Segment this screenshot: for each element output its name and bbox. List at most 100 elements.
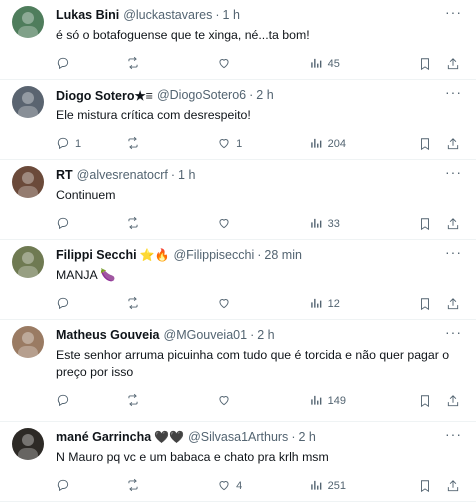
separator-dot: · [257,248,262,262]
retweet-button[interactable] [126,296,218,313]
tweet-text: N Mauro pq vc e um babaca e chato pra kr… [56,450,329,464]
reply-button[interactable] [56,393,126,410]
like-count: 4 [236,480,243,492]
views-button[interactable]: 251 [309,478,418,495]
separator-dot: · [249,88,254,102]
retweet-button[interactable] [126,478,218,495]
share-icon[interactable] [446,297,460,311]
share-icon[interactable] [446,137,460,151]
views-count: 251 [327,480,346,492]
timestamp[interactable]: 2 h [256,88,273,102]
retweet-button[interactable] [126,136,218,153]
views-button[interactable]: 45 [309,56,418,73]
tweet-5[interactable]: ··· Matheus Gouveia @MGouveia01 · 2 h Es… [0,320,476,422]
display-name[interactable]: RT [56,168,73,182]
more-icon[interactable]: ··· [445,245,462,259]
more-icon[interactable]: ··· [445,165,462,179]
share-icon[interactable] [446,394,460,408]
display-name[interactable]: Matheus Gouveia [56,328,160,342]
reply-icon [56,56,70,73]
like-count: 1 [236,138,243,150]
views-button[interactable]: 204 [309,136,418,153]
timestamp[interactable]: 1 h [178,168,195,182]
tweet-text: Continuem [56,188,116,202]
display-name[interactable]: mané Garrincha [56,430,151,444]
like-button[interactable] [217,296,309,313]
bookmark-icon[interactable] [418,394,432,408]
retweet-icon [126,478,140,495]
retweet-icon [126,216,140,233]
reply-icon [56,393,70,410]
tweet-text: é só o botafoguense que te xinga, né...t… [56,28,310,42]
bookmark-icon[interactable] [418,479,432,493]
timestamp[interactable]: 28 min [264,248,302,262]
timestamp[interactable]: 1 h [223,8,240,22]
tweet-4[interactable]: ··· Filippi Secchi ⭐🔥 @Filippisecchi · 2… [0,240,476,320]
avatar[interactable] [12,246,44,278]
user-handle[interactable]: @MGouveia01 [164,328,248,342]
display-name[interactable]: Lukas Bini [56,8,119,22]
tweet-2[interactable]: ··· Diogo Sotero★≡ @DiogoSotero6 · 2 h E… [0,80,476,160]
right-actions [418,394,460,408]
like-button[interactable] [217,56,309,73]
like-button[interactable]: 1 [217,136,309,153]
bookmark-icon[interactable] [418,57,432,71]
tweet-header: mané Garrincha 🖤🖤 @Silvasa1Arthurs · 2 h [56,428,464,446]
like-button[interactable] [217,216,309,233]
more-icon[interactable]: ··· [445,325,462,339]
share-icon[interactable] [446,479,460,493]
reply-button[interactable] [56,296,126,313]
display-name[interactable]: Filippi Secchi [56,248,137,262]
tweet-text: Ele mistura crítica com desrespeito! [56,108,251,122]
reply-button[interactable] [56,478,126,495]
reply-count: 1 [75,138,82,150]
like-icon [217,478,231,495]
views-button[interactable]: 12 [309,296,418,313]
avatar[interactable] [12,86,44,118]
like-icon [217,136,231,153]
views-button[interactable]: 149 [309,393,418,410]
avatar[interactable] [12,6,44,38]
separator-dot: · [170,168,176,182]
user-handle[interactable]: @Filippisecchi [173,248,254,262]
more-icon[interactable]: ··· [445,5,462,19]
display-name[interactable]: Diogo Sotero★≡ [56,88,153,103]
bookmark-icon[interactable] [418,137,432,151]
user-handle[interactable]: @DiogoSotero6 [157,88,246,102]
views-icon [309,296,323,313]
avatar[interactable] [12,166,44,198]
retweet-button[interactable] [126,216,218,233]
bookmark-icon[interactable] [418,217,432,231]
tweet-3[interactable]: ··· RT @alvesrenatocrf · 1 h Continuem 3… [0,160,476,240]
user-handle[interactable]: @alvesrenatocrf [77,168,168,182]
timestamp[interactable]: 2 h [298,430,315,444]
tweet-body: RT @alvesrenatocrf · 1 h Continuem 33 [56,166,464,238]
like-button[interactable] [217,393,309,410]
reply-icon [56,216,70,233]
avatar[interactable] [12,326,44,358]
reply-button[interactable]: 1 [56,136,126,153]
views-icon [309,56,323,73]
action-bar: 45 [56,50,464,78]
reply-icon [56,478,70,495]
avatar[interactable] [12,428,44,460]
retweet-button[interactable] [126,56,218,73]
right-actions [418,217,460,231]
reply-button[interactable] [56,216,126,233]
retweet-button[interactable] [126,393,218,410]
user-handle[interactable]: @luckastavares [123,8,212,22]
more-icon[interactable]: ··· [445,85,462,99]
action-bar: 4 251 [56,472,464,500]
views-button[interactable]: 33 [309,216,418,233]
share-icon[interactable] [446,57,460,71]
reply-icon [56,296,70,313]
share-icon[interactable] [446,217,460,231]
more-icon[interactable]: ··· [445,427,462,441]
like-button[interactable]: 4 [217,478,309,495]
tweet-1[interactable]: ··· Lukas Bini @luckastavares · 1 h é só… [0,0,476,80]
timestamp[interactable]: 2 h [257,328,274,342]
tweet-6[interactable]: ··· mané Garrincha 🖤🖤 @Silvasa1Arthurs ·… [0,422,476,502]
reply-button[interactable] [56,56,126,73]
bookmark-icon[interactable] [418,297,432,311]
user-handle[interactable]: @Silvasa1Arthurs [188,430,288,444]
